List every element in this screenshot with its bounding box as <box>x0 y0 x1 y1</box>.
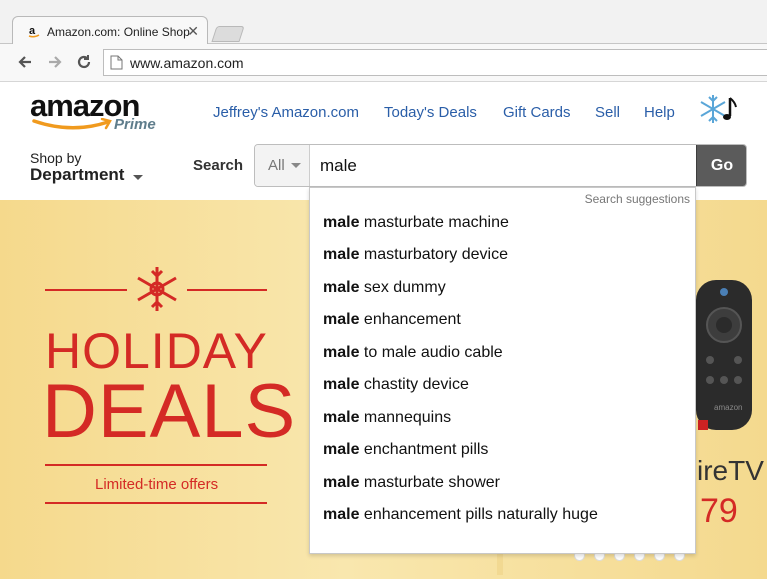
svg-text:amazon: amazon <box>714 403 742 412</box>
search-suggestions-dropdown: Search suggestions male masturbate machi… <box>309 187 696 554</box>
address-bar[interactable]: www.amazon.com <box>103 49 767 76</box>
suggestion-item[interactable]: male chastity device <box>323 376 469 394</box>
link-todays-deals[interactable]: Today's Deals <box>384 104 477 121</box>
chevron-down-icon <box>291 163 301 168</box>
suggestions-header: Search suggestions <box>584 192 690 206</box>
smile-arrow-icon <box>32 118 112 130</box>
link-sell[interactable]: Sell <box>595 104 620 121</box>
browser-toolbar: www.amazon.com <box>0 44 767 82</box>
suggestion-prefix: male <box>323 441 360 458</box>
svg-text:a: a <box>29 25 36 37</box>
red-snowflake-icon <box>137 267 177 311</box>
suggestion-text: enhancement pills naturally huge <box>359 506 598 523</box>
divider <box>45 464 267 466</box>
department-menu[interactable]: Department <box>30 165 124 185</box>
suggestion-text: enchantment pills <box>359 441 489 458</box>
link-your-amazon[interactable]: Jeffrey's Amazon.com <box>213 104 359 121</box>
suggestion-prefix: male <box>323 246 360 263</box>
suggestion-text: masturbate shower <box>359 474 500 491</box>
suggestion-item[interactable]: male mannequins <box>323 409 451 427</box>
suggestion-item[interactable]: male enchantment pills <box>323 441 488 459</box>
suggestion-prefix: male <box>323 311 360 328</box>
search-label: Search <box>193 157 244 174</box>
amazon-prime-logo[interactable]: amazon Prime <box>30 88 170 138</box>
link-gift-cards[interactable]: Gift Cards <box>503 104 571 121</box>
back-arrow-icon[interactable] <box>14 51 36 73</box>
new-tab-button[interactable] <box>211 26 245 42</box>
suggestion-item[interactable]: male masturbate machine <box>323 214 509 232</box>
tab-close-icon[interactable]: ✕ <box>187 23 199 40</box>
shop-by-label[interactable]: Shop by <box>30 150 81 166</box>
suggestion-text: enhancement <box>359 311 461 328</box>
tab-title: Amazon.com: Online Shop <box>47 25 190 39</box>
search-category-value: All <box>268 157 285 174</box>
browser-tabstrip: a Amazon.com: Online Shop ✕ <box>0 0 767 46</box>
divider <box>45 502 267 504</box>
banner-title-deals: DEALS <box>42 369 297 454</box>
suggestion-text: mannequins <box>359 409 452 426</box>
url-text: www.amazon.com <box>130 55 244 71</box>
amazon-header: amazon Prime Jeffrey's Amazon.com Today'… <box>0 82 767 200</box>
product-name: ireTV <box>697 455 764 486</box>
suggestion-item[interactable]: male masturbatory device <box>323 246 508 264</box>
search-category-dropdown[interactable]: All <box>255 145 310 186</box>
suggestion-text: chastity device <box>359 376 469 393</box>
logo-prime-text: Prime <box>114 116 156 133</box>
forward-arrow-icon[interactable] <box>44 51 66 73</box>
department-caret-icon[interactable] <box>133 175 143 180</box>
banner-subtitle: Limited-time offers <box>95 476 219 493</box>
suggestion-prefix: male <box>323 409 360 426</box>
divider <box>187 289 267 291</box>
browser-tab[interactable]: a Amazon.com: Online Shop ✕ <box>12 16 208 46</box>
search-bar: All Go <box>254 144 747 187</box>
product-price: 79 <box>700 492 738 530</box>
suggestion-text: to male audio cable <box>359 344 503 361</box>
suggestion-text: sex dummy <box>359 279 446 296</box>
link-help[interactable]: Help <box>644 104 675 121</box>
suggestion-prefix: male <box>323 506 360 523</box>
suggestion-prefix: male <box>323 279 360 296</box>
go-button[interactable]: Go <box>696 145 746 186</box>
suggestion-text: masturbatory device <box>359 246 508 263</box>
suggestion-item[interactable]: male sex dummy <box>323 279 446 297</box>
suggestion-prefix: male <box>323 474 360 491</box>
amazon-favicon-icon: a <box>28 25 40 38</box>
fire-tv-remote-image: amazon <box>696 280 752 430</box>
suggestion-item[interactable]: male enhancement <box>323 311 461 329</box>
suggestion-text: masturbate machine <box>359 214 509 231</box>
reload-icon[interactable] <box>73 51 95 73</box>
page-icon <box>110 55 123 70</box>
suggestion-prefix: male <box>323 214 360 231</box>
snowflake-music-icon[interactable] <box>697 92 739 126</box>
suggestion-item[interactable]: male to male audio cable <box>323 344 503 362</box>
suggestion-prefix: male <box>323 376 360 393</box>
suggestion-item[interactable]: male masturbate shower <box>323 474 500 492</box>
suggestion-prefix: male <box>323 344 360 361</box>
suggestion-item[interactable]: male enhancement pills naturally huge <box>323 506 598 524</box>
search-input[interactable] <box>311 145 695 186</box>
divider <box>45 289 127 291</box>
